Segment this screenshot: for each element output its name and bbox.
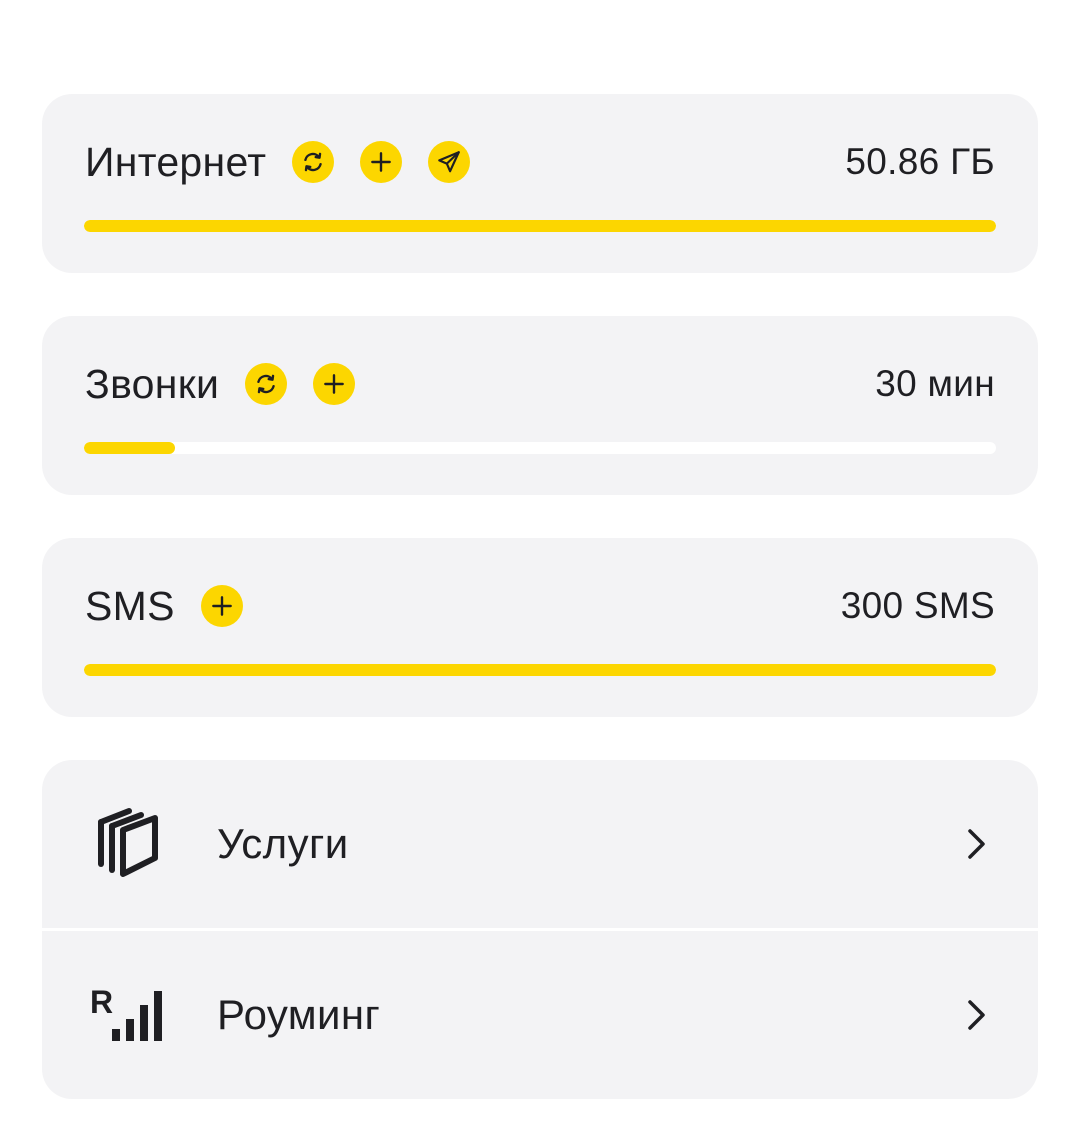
sms-progress-bar [84, 664, 996, 676]
menu-item-roaming[interactable]: R Роуминг [42, 931, 1038, 1099]
internet-share-button[interactable] [428, 141, 471, 183]
send-icon [438, 151, 461, 173]
internet-title: Интернет [85, 139, 267, 185]
calls-header: Звонки 30 мин [85, 358, 995, 410]
internet-card: Интернет 50.86 ГБ [42, 94, 1038, 273]
refresh-icon [304, 152, 323, 172]
calls-amount: 30 мин [875, 363, 995, 404]
menu-item-services-label: Услуги [217, 820, 349, 867]
calls-card: Звонки 30 мин [42, 316, 1038, 495]
plus-icon [324, 374, 345, 394]
internet-amount: 50.86 ГБ [845, 141, 995, 182]
sms-title: SMS [85, 583, 175, 629]
chevron-right-icon [968, 829, 985, 859]
menu-item-services[interactable]: Услуги [42, 760, 1038, 928]
calls-refresh-button[interactable] [245, 363, 288, 405]
services-stack-icon [90, 806, 166, 882]
calls-add-button[interactable] [313, 363, 356, 405]
roaming-signal-icon: R [90, 977, 166, 1053]
sms-header: SMS 300 SMS [85, 580, 995, 632]
menu-card: Услуги R Роуминг [42, 760, 1038, 1099]
plus-icon [211, 596, 232, 616]
internet-refresh-button[interactable] [292, 141, 335, 183]
menu-item-roaming-label: Роуминг [217, 991, 381, 1038]
sms-add-button[interactable] [200, 585, 243, 627]
refresh-icon [257, 374, 275, 394]
sms-card: SMS 300 SMS [42, 538, 1038, 717]
internet-add-button[interactable] [360, 141, 403, 183]
sms-progress-fill [84, 664, 996, 676]
calls-title: Звонки [85, 361, 220, 407]
chevron-right-icon [968, 1000, 985, 1030]
calls-progress-bar [84, 442, 996, 454]
calls-progress-fill [84, 442, 176, 454]
internet-header: Интернет 50.86 ГБ [85, 136, 995, 188]
internet-progress-fill [84, 220, 996, 232]
sms-amount: 300 SMS [840, 585, 995, 626]
svg-text:R: R [90, 987, 113, 1020]
internet-progress-bar [84, 220, 996, 232]
plus-icon [371, 152, 392, 172]
